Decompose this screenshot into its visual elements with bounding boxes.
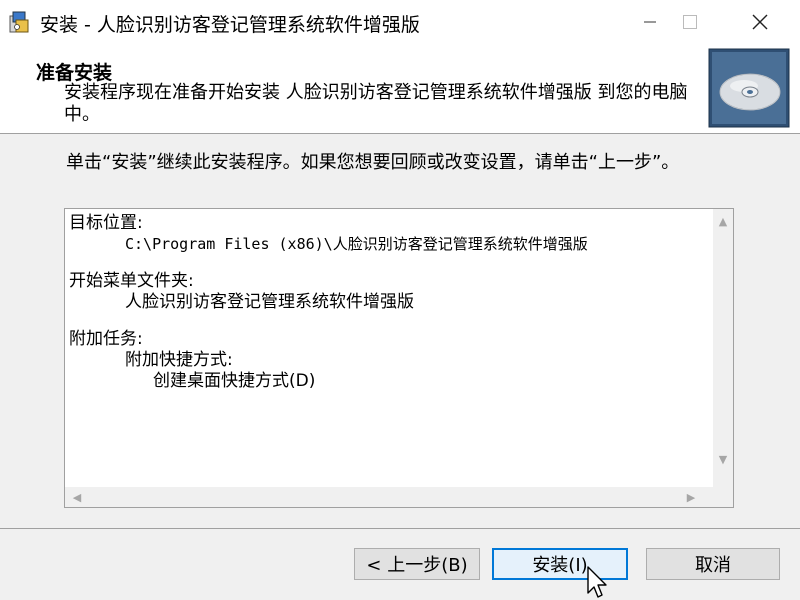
scroll-corner	[713, 487, 733, 507]
tasks-item: 创建桌面快捷方式(D)	[153, 371, 316, 391]
dest-label: 目标位置:	[69, 213, 143, 233]
cancel-button[interactable]: 取消	[646, 548, 780, 580]
window-title: 安装 - 人脸识别访客登记管理系统软件增强版	[40, 14, 420, 36]
scroll-right-icon[interactable]: ▶	[681, 487, 701, 507]
page-title: 准备安装	[36, 62, 113, 84]
vertical-scrollbar[interactable]: ▲ ▼	[713, 209, 733, 489]
close-icon	[752, 14, 768, 30]
maximize-button[interactable]	[660, 0, 720, 44]
cd-disc-icon	[708, 48, 790, 128]
start-menu-value: 人脸识别访客登记管理系统软件增强版	[125, 292, 414, 312]
title-bar: 安装 - 人脸识别访客登记管理系统软件增强版	[0, 0, 800, 44]
maximize-icon	[683, 15, 697, 29]
minimize-icon	[644, 21, 656, 23]
dest-path: C:\Program Files (x86)\人脸识别访客登记管理系统软件增强版	[125, 235, 588, 253]
mouse-pointer-icon	[587, 566, 607, 598]
close-button[interactable]	[730, 0, 790, 44]
scroll-up-icon[interactable]: ▲	[713, 211, 733, 231]
summary-memo[interactable]: 目标位置: C:\Program Files (x86)\人脸识别访客登记管理系…	[64, 208, 734, 508]
scroll-down-icon[interactable]: ▼	[713, 449, 733, 469]
summary-content: 目标位置: C:\Program Files (x86)\人脸识别访客登记管理系…	[69, 213, 709, 392]
page-subtitle: 安装程序现在准备开始安装 人脸识别访客登记管理系统软件增强版 到您的电脑中。	[64, 82, 688, 125]
horizontal-scrollbar[interactable]: ◀ ▶	[65, 487, 713, 507]
footer-separator	[0, 528, 800, 529]
scroll-left-icon[interactable]: ◀	[67, 487, 87, 507]
installer-icon	[9, 11, 29, 33]
intro-text: 单击“安装”继续此安装程序。如果您想要回顾或改变设置，请单击“上一步”。	[66, 152, 680, 173]
start-menu-label: 开始菜单文件夹:	[69, 271, 194, 291]
tasks-label: 附加任务:	[69, 329, 143, 349]
tasks-group: 附加快捷方式:	[125, 350, 233, 370]
back-button[interactable]: < 上一步(B)	[354, 548, 480, 580]
